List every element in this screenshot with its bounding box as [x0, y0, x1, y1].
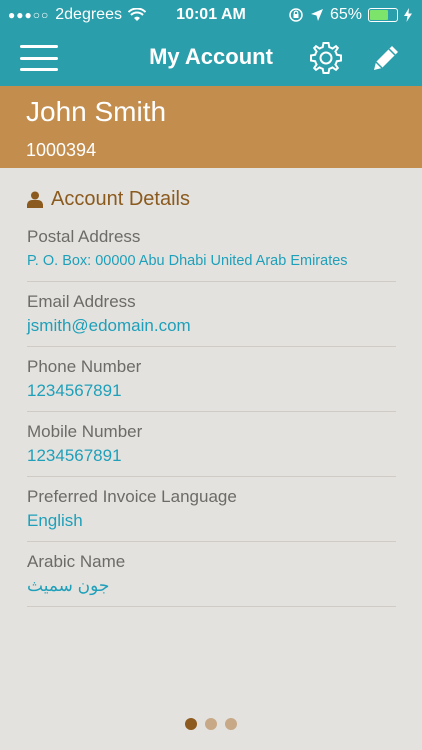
status-right: 65%	[288, 6, 412, 24]
carrier-name: 2degrees	[55, 6, 122, 23]
field-label: Mobile Number	[27, 422, 143, 441]
page-dot-3[interactable]	[225, 718, 237, 730]
arabic-name-field: Arabic Name جون سميث	[27, 542, 396, 607]
user-icon	[27, 191, 43, 208]
status-left: ●●●○○ 2degrees	[8, 6, 146, 24]
page-indicator[interactable]	[0, 718, 422, 730]
orientation-lock-icon	[289, 8, 303, 22]
email-address-field: Email Address jsmith@edomain.com	[27, 282, 396, 347]
section-title-label: Account Details	[51, 188, 190, 210]
field-value: P. O. Box: 00000 Abu Dhabi United Arab E…	[27, 253, 348, 269]
charging-bolt-icon	[404, 8, 412, 22]
location-arrow-icon	[310, 9, 323, 21]
field-label: Phone Number	[27, 357, 142, 376]
field-value: jsmith@edomain.com	[27, 316, 191, 335]
nav-actions	[308, 40, 402, 76]
phone-number-field: Phone Number 1234567891	[27, 347, 396, 412]
battery-icon	[368, 8, 398, 22]
invoice-language-field: Preferred Invoice Language English	[27, 477, 396, 542]
page-dot-2[interactable]	[205, 718, 217, 730]
menu-button[interactable]	[20, 45, 58, 71]
wifi-icon	[127, 8, 146, 21]
account-number: 1000394	[26, 140, 97, 160]
field-label: Postal Address	[27, 227, 141, 246]
menu-line	[20, 68, 58, 71]
field-value: English	[27, 511, 83, 530]
customer-name: John Smith	[26, 96, 167, 127]
account-details-section: Account Details Postal Address P. O. Box…	[0, 188, 422, 607]
signal-strength-icon: ●●●○○	[8, 8, 50, 22]
settings-gear-icon[interactable]	[308, 40, 344, 76]
postal-address-field: Postal Address P. O. Box: 00000 Abu Dhab…	[27, 225, 396, 282]
section-title: Account Details	[27, 188, 395, 211]
field-value: جون سميث	[27, 576, 110, 595]
status-bar: ●●●○○ 2degrees 10:01 AM 65%	[0, 0, 422, 30]
edit-pencil-icon[interactable]	[370, 42, 402, 74]
profile-band: John Smith 1000394	[0, 86, 422, 168]
field-label: Email Address	[27, 292, 136, 311]
app-header: ●●●○○ 2degrees 10:01 AM 65% My Account	[0, 0, 422, 86]
page-dot-1[interactable]	[185, 718, 197, 730]
menu-line	[20, 45, 58, 48]
field-value: 1234567891	[27, 446, 122, 465]
field-label: Arabic Name	[27, 552, 126, 571]
menu-line	[20, 56, 58, 60]
mobile-number-field: Mobile Number 1234567891	[27, 412, 396, 477]
field-value: 1234567891	[27, 381, 122, 400]
battery-percent: 65%	[329, 6, 362, 23]
field-label: Preferred Invoice Language	[27, 487, 237, 506]
nav-bar: My Account	[0, 30, 422, 86]
